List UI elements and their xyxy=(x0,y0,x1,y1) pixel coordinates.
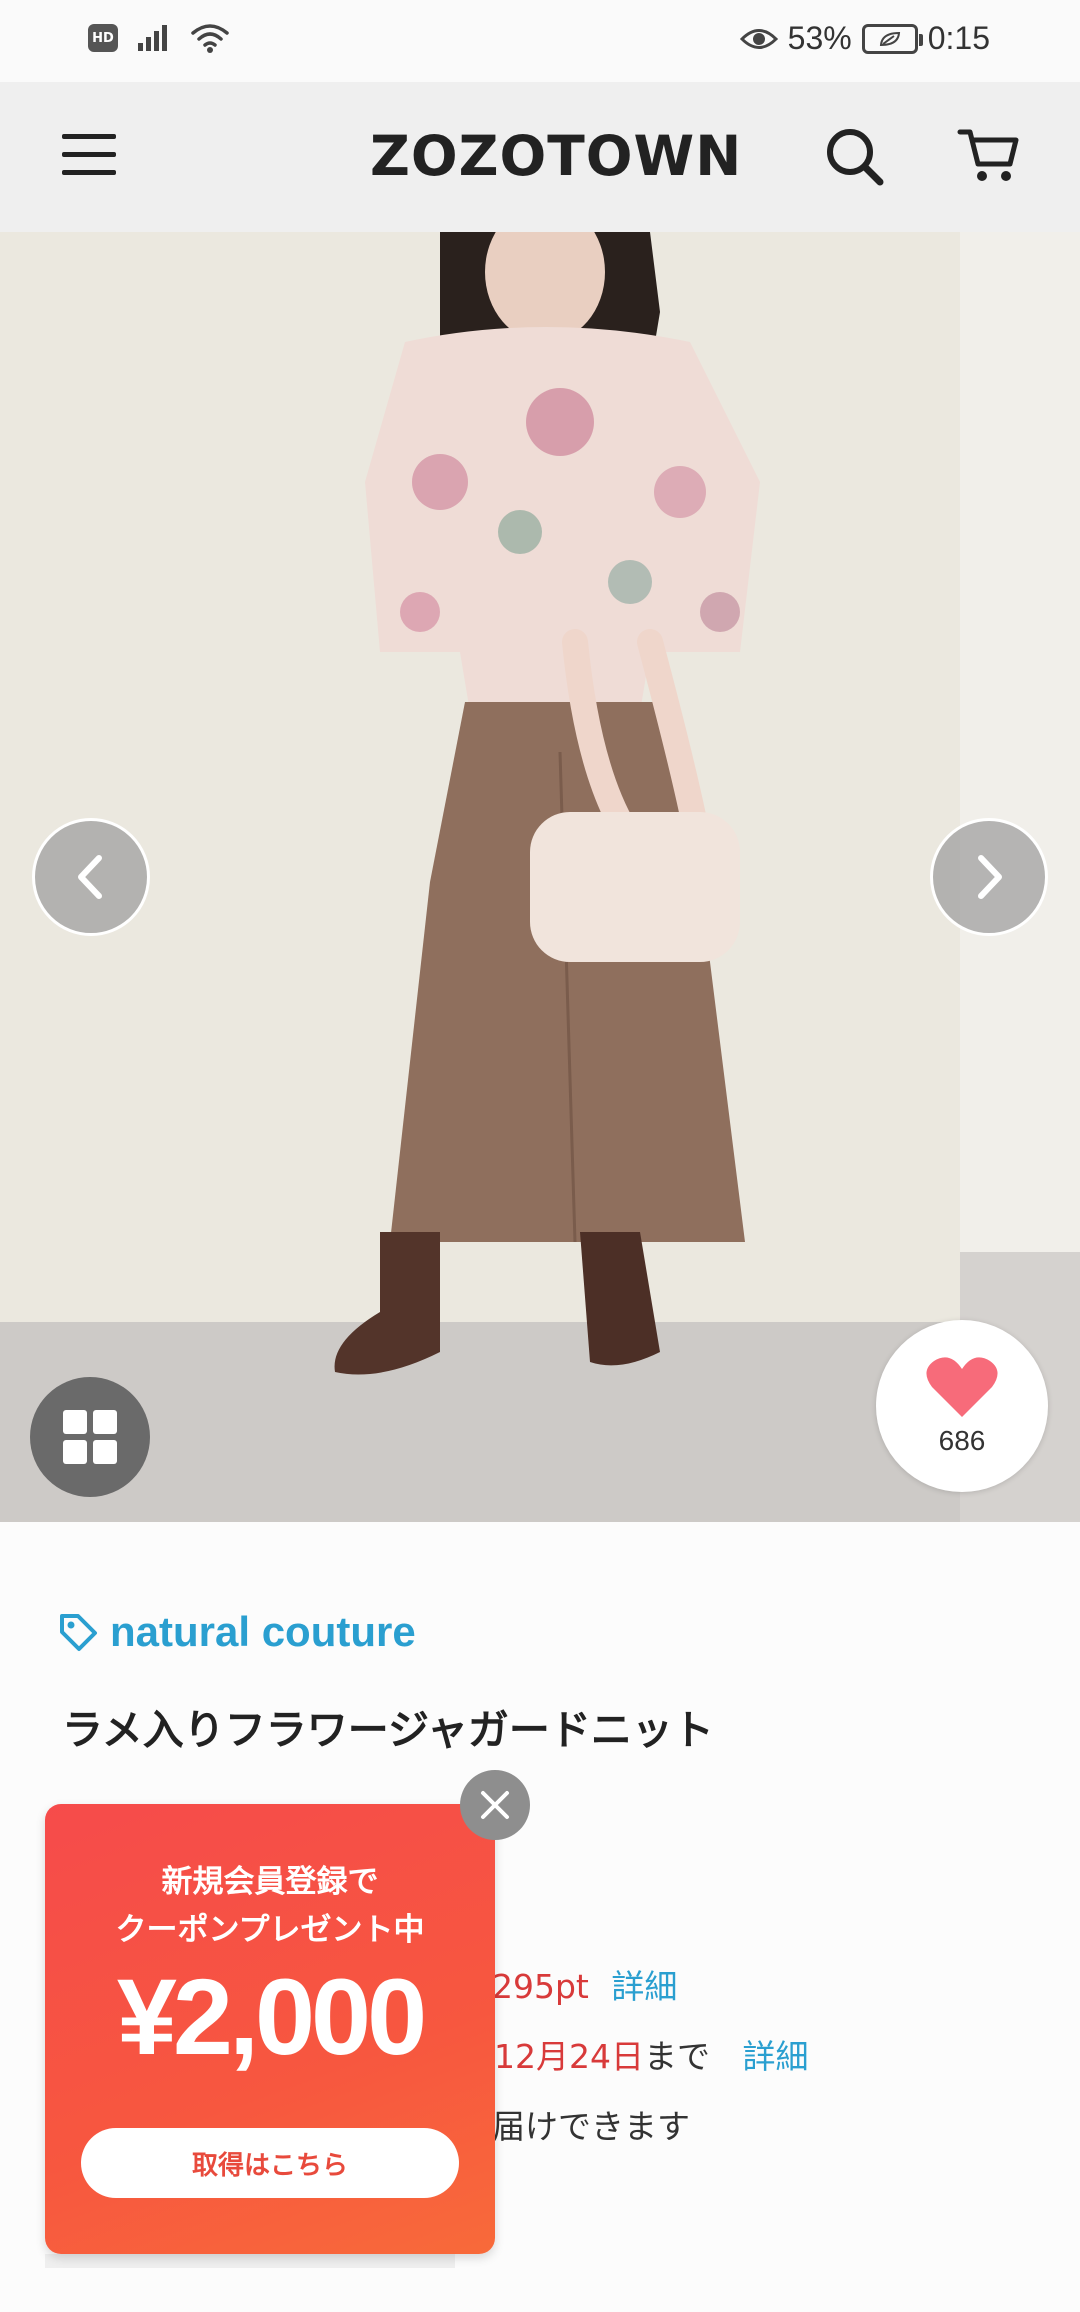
heart-icon xyxy=(926,1357,998,1417)
points-detail-link[interactable]: 詳細 xyxy=(611,1967,677,2006)
cart-icon[interactable] xyxy=(956,122,1022,188)
coupon-detail-link[interactable]: 詳細 xyxy=(742,2037,808,2076)
battery-icon xyxy=(861,23,923,54)
hd-badge: HD xyxy=(88,24,118,52)
clock: 0:15 xyxy=(927,20,990,56)
coupon-date: 12月24日 xyxy=(494,2037,644,2076)
points-value: 295pt xyxy=(492,1967,589,2006)
close-icon xyxy=(481,1791,509,1819)
favorite-count: 686 xyxy=(938,1425,986,1456)
next-image-button[interactable] xyxy=(930,818,1048,936)
brand-name[interactable]: natural couture xyxy=(110,1608,416,1656)
product-title: ラメ入りフラワージャガードニット xyxy=(62,1706,714,1754)
battery-percent: 53% xyxy=(787,20,852,56)
coupon-row: 12月24日まで 詳細 xyxy=(494,2030,808,2078)
promo-cta-button[interactable]: 取得はこちら xyxy=(81,2128,459,2198)
product-photo xyxy=(0,232,1080,1522)
brand-link[interactable]: natural couture xyxy=(58,1608,416,1656)
points-row: 295pt 詳細 xyxy=(492,1960,677,2008)
search-icon[interactable] xyxy=(822,124,888,190)
grid-icon xyxy=(63,1410,117,1464)
eye-icon xyxy=(739,28,778,49)
signal-icon xyxy=(138,25,167,51)
promo-line-1: 新規会員登録で xyxy=(161,1864,379,1900)
signup-promo-banner[interactable]: 新規会員登録で クーポンプレゼント中 ¥2,000 取得はこちら xyxy=(45,1804,495,2254)
chevron-left-icon xyxy=(78,855,102,899)
zozotown-logo[interactable]: ZOZOTOWN xyxy=(370,124,742,188)
app-header: ZOZOTOWN xyxy=(0,82,1080,232)
image-grid-button[interactable] xyxy=(30,1377,150,1497)
chevron-right-icon xyxy=(978,855,1002,899)
prev-image-button[interactable] xyxy=(32,818,150,936)
promo-shadow xyxy=(45,2254,455,2268)
promo-amount: ¥2,000 xyxy=(116,1956,427,2077)
hamburger-menu-icon[interactable] xyxy=(62,130,116,180)
promo-line-2: クーポンプレゼント中 xyxy=(115,1912,425,1948)
status-right: 53% 0:15 xyxy=(739,20,990,57)
coupon-suffix: まで xyxy=(643,2037,710,2076)
product-image[interactable]: 686 xyxy=(0,232,1080,1522)
wifi-icon xyxy=(191,24,229,53)
delivery-row: 届けできます xyxy=(492,2107,690,2146)
tag-icon xyxy=(60,1614,97,1651)
status-bar: HD 53% 0:15 xyxy=(0,0,1080,82)
promo-close-button[interactable] xyxy=(460,1770,530,1840)
favorite-button[interactable]: 686 xyxy=(876,1320,1048,1492)
status-left: HD xyxy=(88,22,230,54)
